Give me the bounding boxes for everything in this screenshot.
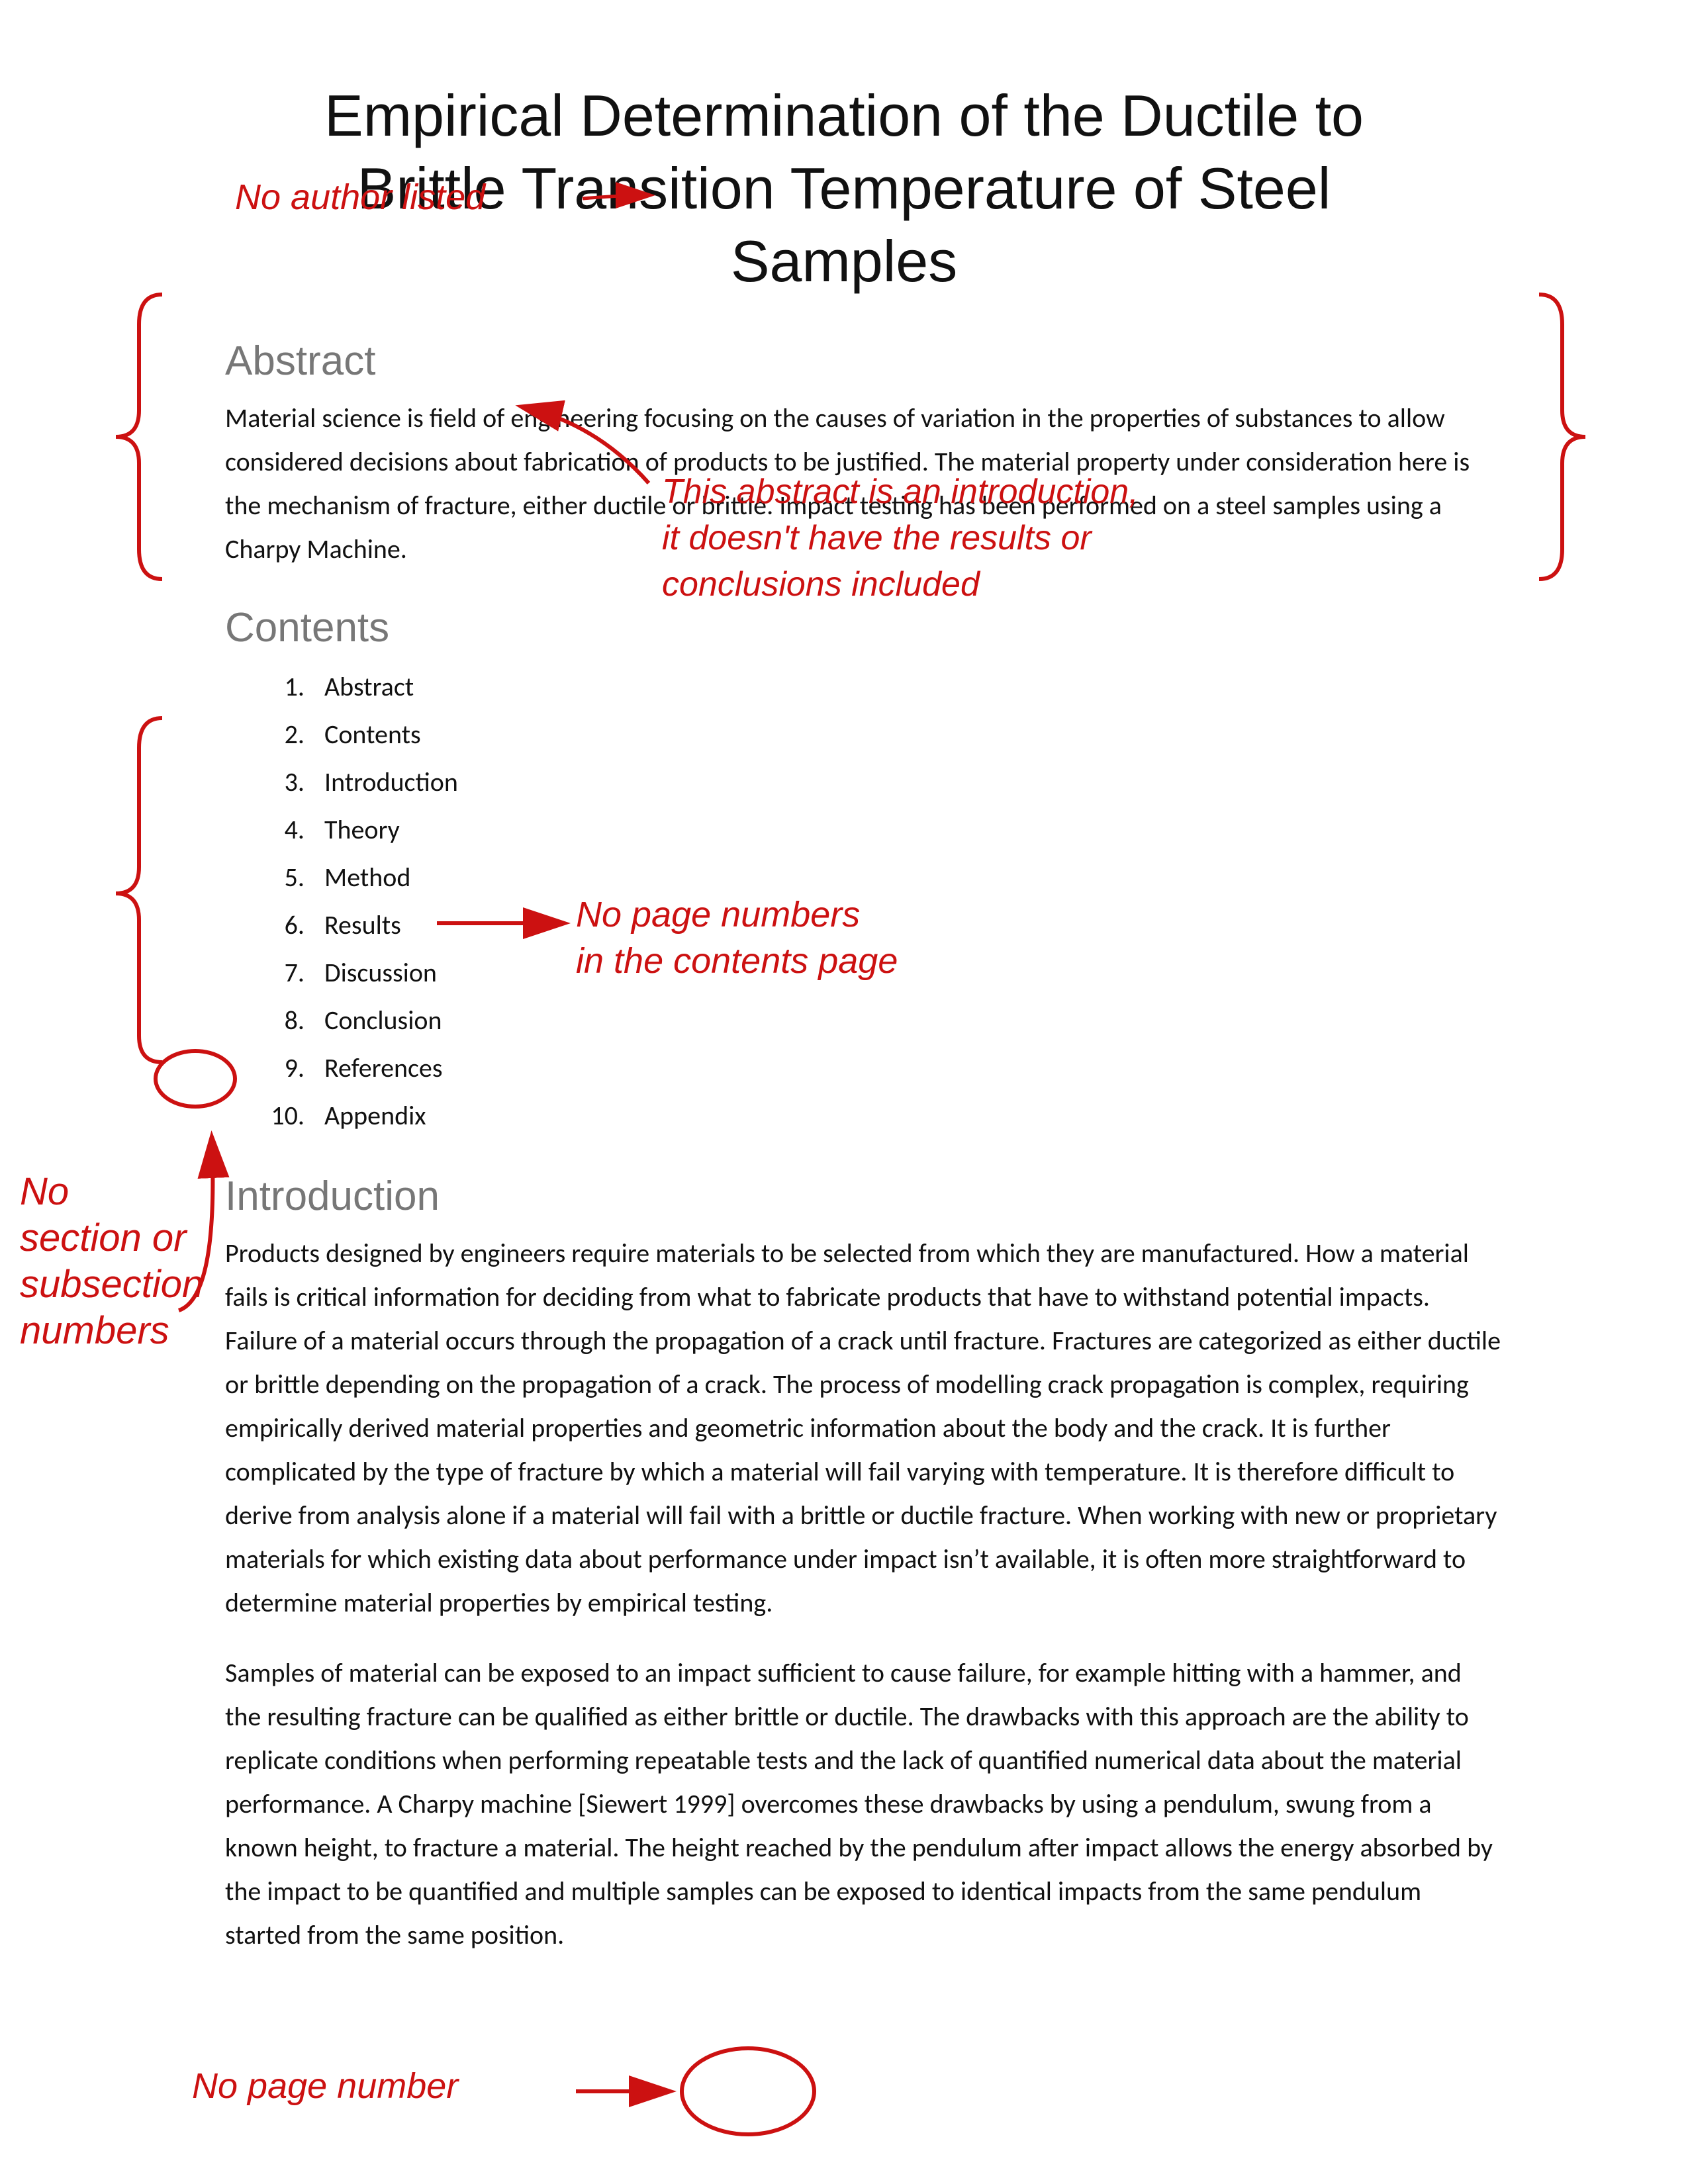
no-section-arrow [179,1138,212,1310]
abstract-section: Abstract Material science is field of en… [225,338,1503,571]
no-page-number-annotation: No page number [192,2066,459,2106]
contents-list: 1.Abstract 2.Contents 3.Introduction 4.T… [265,663,1503,1140]
introduction-para2: Samples of material can be exposed to an… [225,1651,1503,1957]
introduction-heading: Introduction [225,1173,1503,1220]
contents-heading: Contents [225,604,1503,651]
list-item: 1.Abstract [265,663,1503,711]
introduction-section: Introduction Products designed by engine… [225,1173,1503,1957]
contents-bracket [116,718,162,1062]
no-section-l1: No [20,1170,69,1213]
page: Empirical Determination of the Ductile t… [0,0,1688,2184]
no-section-l2: section or [20,1216,188,1259]
list-item: 5.Method [265,854,1503,901]
contents-section: Contents 1.Abstract 2.Contents 3.Introdu… [225,604,1503,1140]
main-title: Empirical Determination of the Ductile t… [185,79,1503,298]
page-number-circle [682,2048,814,2134]
title-line2: Brittle Transition Temperature of Steel [357,156,1331,221]
list-item: 3.Introduction [265,758,1503,806]
list-item: 7.Discussion [265,949,1503,997]
title-line3: Samples [731,228,957,294]
no-section-l4: numbers [20,1309,169,1352]
list-item: 8.Conclusion [265,997,1503,1044]
list-item: 10.Appendix [265,1092,1503,1140]
abstract-bracket-right [1539,295,1585,579]
abstract-bracket [116,295,162,579]
no-section-l3: subsection [20,1263,203,1306]
list-item: 9.References [265,1044,1503,1092]
intro-circle [156,1051,235,1107]
list-item: 6.Results [265,901,1503,949]
title-line1: Empirical Determination of the Ductile t… [324,83,1364,148]
list-item: 4.Theory [265,806,1503,854]
introduction-para1: Products designed by engineers require m… [225,1232,1503,1625]
list-item: 2.Contents [265,711,1503,758]
abstract-heading: Abstract [225,338,1503,385]
abstract-body: Material science is field of engineering… [225,396,1503,571]
title-section: Empirical Determination of the Ductile t… [185,79,1503,298]
